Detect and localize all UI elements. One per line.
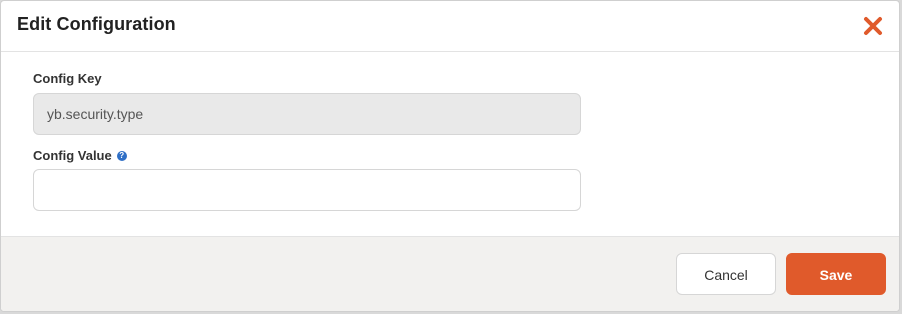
config-value-label-row: Config Value ?	[33, 148, 127, 163]
config-value-input[interactable]	[33, 169, 581, 211]
config-value-label: Config Value	[33, 148, 112, 163]
close-icon[interactable]	[863, 16, 883, 36]
close-icon-graphic	[864, 17, 882, 35]
modal-footer: Cancel Save	[1, 236, 899, 311]
help-icon[interactable]: ?	[116, 150, 127, 161]
modal-title: Edit Configuration	[17, 14, 176, 34]
save-button[interactable]: Save	[786, 253, 886, 295]
modal-body: Config Key Config Value ?	[1, 52, 899, 236]
config-key-label: Config Key	[33, 71, 102, 86]
edit-configuration-modal: Edit Configuration Config Key Config Val…	[0, 0, 900, 312]
cancel-button[interactable]: Cancel	[676, 253, 776, 295]
config-key-input[interactable]	[33, 93, 581, 135]
modal-header: Edit Configuration	[1, 1, 899, 52]
